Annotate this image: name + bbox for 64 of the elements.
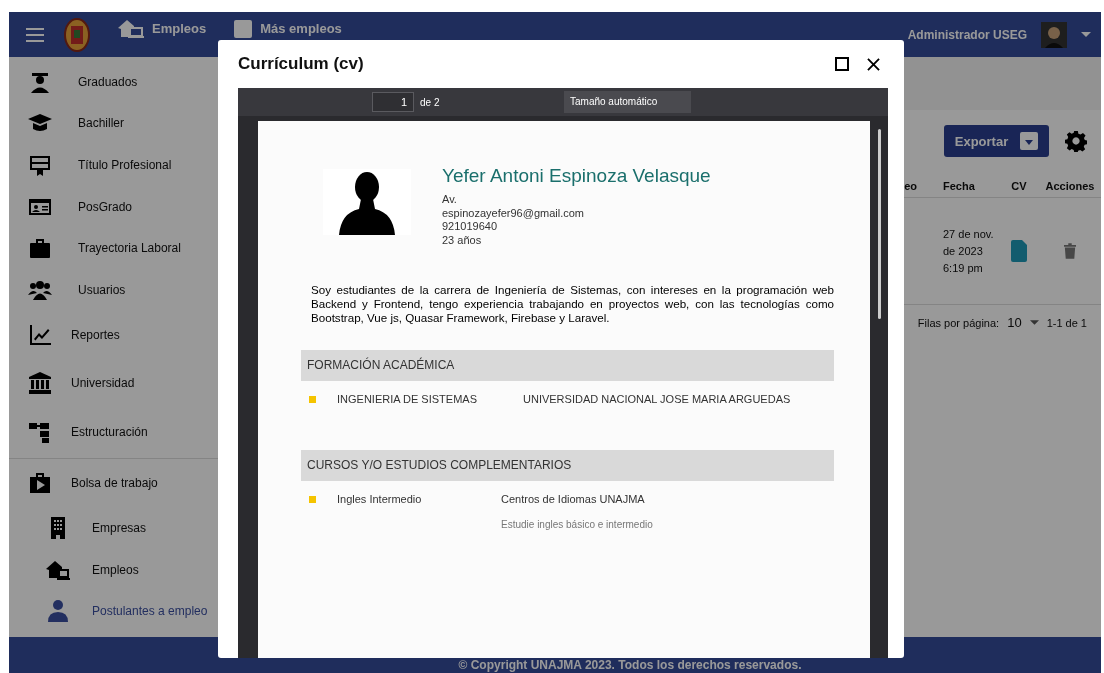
bullet-icon [309,396,316,403]
dialog-title: Currículum (cv) [238,54,365,74]
sidebar-item[interactable]: Graduados [9,61,218,103]
document-icon[interactable] [1011,240,1027,262]
zoom-select[interactable]: Tamaño automático [564,91,692,113]
entry-title: Ingles Intermedio [337,493,422,505]
scrollbar-thumb[interactable] [877,129,881,319]
jobbag-icon [28,471,52,496]
column-header: Acciones [1039,175,1101,198]
rows-per-page-select[interactable]: 10 [1007,315,1022,330]
column-header: CV [999,175,1039,198]
page-number-field[interactable]: 1 [372,92,414,112]
square-icon [234,19,253,38]
entry-place: Centros de Idiomas UNAJMA [501,493,645,505]
trash-icon[interactable] [1064,243,1076,259]
section-heading: FORMACIÓN ACADÉMICA [301,350,834,381]
settings-icon[interactable] [1065,130,1087,152]
sidebar-item[interactable]: Empresas [9,507,218,550]
contact-detail: 921019640 [442,220,499,234]
entry-place: UNIVERSIDAD NACIONAL JOSE MARIA ARGUEDAS [523,393,791,405]
nav-link[interactable]: Empleos [118,18,207,39]
bank-icon [28,371,52,396]
nav-link[interactable]: Más empleos [234,19,342,38]
crest-logo [64,17,90,52]
sidebar-item[interactable]: PosGrado [9,185,218,228]
briefcase-icon [28,236,52,261]
chart-icon [28,322,52,347]
sidebar-item[interactable]: Usuarios [9,268,218,311]
house-laptop-icon [118,18,144,39]
archive-icon [1020,132,1039,150]
person-icon [46,599,70,624]
caret-icon[interactable] [1081,32,1091,37]
sidebar-item[interactable]: Título Profesional [9,144,218,186]
sidebar-item[interactable]: Universidad [9,359,218,408]
bullet-icon [309,496,316,503]
sidebar-item[interactable]: Postulantes a empleo [9,590,218,633]
sidebar-item[interactable]: Reportes [9,310,218,360]
sidebar-item[interactable]: Bachiller [9,102,218,145]
section-heading: CURSOS Y/O ESTUDIOS COMPLEMENTARIOS [301,450,834,481]
summary-text: Soy estudiantes de la carrera de Ingeniería de Sistemas, con intereses en la programación web Backend y Frontend, tengo experiencia trabajando en proyectos web, con las tecnologías como Bootstrap, Vue js, Quasar Framework, Firebase y Laravel. [311,283,834,325]
export-button[interactable]: Exportar [944,125,1049,157]
entry-title: INGENIERIA DE SISTEMAS [337,393,477,405]
copyright-text: © Copyright UNAJMA 2023. Todos los derechos reservados. [458,658,802,672]
sidebar-item[interactable]: Bolsa de trabajo [9,459,218,508]
user-name[interactable]: Administrador USEG [907,27,1027,42]
avatar-icon[interactable] [1041,21,1067,48]
column-header: Fecha [943,175,999,198]
entry-note: Estudie ingles básico e intermedio [501,519,653,530]
sidebar-item[interactable]: Empleos [9,549,218,591]
contact-detail: espinozayefer96@gmail.com [442,206,585,220]
close-icon[interactable] [867,57,880,71]
sidebar-item[interactable]: Trayectoria Laboral [9,227,218,269]
candidate-name: Yefer Antoni Espinoza Velasque [442,165,711,187]
diploma-icon [28,153,52,177]
page-range: 1-1 de 1 [1046,316,1087,329]
table-cell: 27 de nov. de 2023 6:19 pm [943,198,999,305]
maximize-icon[interactable] [835,57,849,71]
page-count: de 2 [420,96,441,108]
caret-icon[interactable] [1029,320,1039,325]
contact-detail: Av. [442,193,458,207]
sidebar-item[interactable]: Estructuración [9,407,218,457]
rows-per-page-label: Filas por página: [917,316,1000,329]
contact-detail: 23 años [442,233,483,247]
menu-icon[interactable] [26,27,44,42]
